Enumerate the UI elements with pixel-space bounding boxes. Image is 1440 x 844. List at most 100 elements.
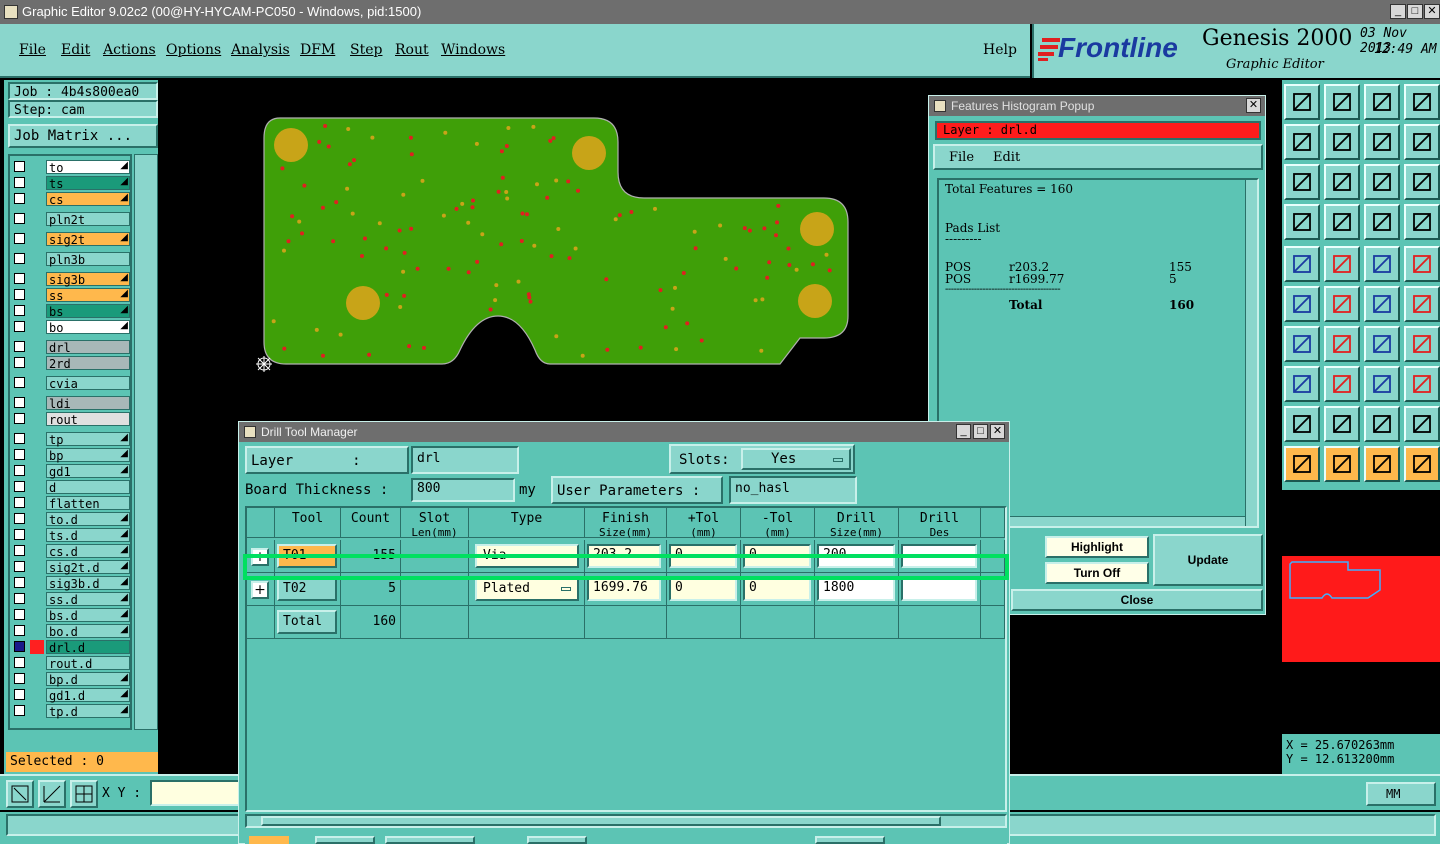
point-edit-button[interactable] bbox=[1404, 286, 1440, 322]
layer-checkbox[interactable] bbox=[14, 233, 25, 244]
plus-tol-input[interactable]: 0 bbox=[669, 544, 737, 568]
layer-name[interactable]: ldi bbox=[46, 396, 130, 411]
resize-button[interactable] bbox=[1364, 366, 1400, 402]
menu-dfm[interactable]: DFM bbox=[300, 42, 335, 58]
measure-button[interactable] bbox=[38, 780, 66, 808]
layer-left-button[interactable] bbox=[1284, 124, 1320, 160]
layer-checkbox[interactable] bbox=[14, 449, 25, 460]
layer-checkbox[interactable] bbox=[14, 305, 25, 316]
layer-row-sig3b[interactable]: sig3b ◢ bbox=[12, 272, 130, 287]
layer-color-swatch[interactable] bbox=[30, 232, 44, 246]
mirror-button[interactable] bbox=[1404, 326, 1440, 362]
layer-down-button[interactable] bbox=[1324, 84, 1360, 120]
layer-row-cs[interactable]: cs ◢ bbox=[12, 192, 130, 207]
dtm-action-button[interactable] bbox=[385, 836, 475, 844]
layer-checkbox[interactable] bbox=[14, 341, 25, 352]
menu-windows[interactable]: Windows bbox=[441, 42, 505, 58]
layer-color-swatch[interactable] bbox=[30, 356, 44, 370]
drill-des-input[interactable] bbox=[901, 577, 977, 601]
units-select[interactable]: MM bbox=[1366, 782, 1436, 806]
layer-color-swatch[interactable] bbox=[30, 304, 44, 318]
layer-name[interactable]: bs.d bbox=[46, 608, 130, 623]
plus-tol-input[interactable]: 0 bbox=[669, 577, 737, 601]
layer-name[interactable]: bp.d bbox=[46, 672, 130, 687]
layer-color-swatch[interactable] bbox=[30, 396, 44, 410]
dtm-maximize-button[interactable]: □ bbox=[973, 424, 988, 439]
layer-row-sig2t[interactable]: sig2t ◢ bbox=[12, 232, 130, 247]
layer-name[interactable]: d bbox=[46, 480, 130, 495]
layer-name[interactable]: ts bbox=[46, 176, 130, 191]
layer-checkbox[interactable] bbox=[14, 413, 25, 424]
layer-name[interactable]: cvia bbox=[46, 376, 130, 391]
layer-name[interactable]: cs.d bbox=[46, 544, 130, 559]
job-matrix-button[interactable]: Job Matrix ... bbox=[8, 124, 158, 148]
layer-color-swatch[interactable] bbox=[30, 340, 44, 354]
layer-color-swatch[interactable] bbox=[30, 288, 44, 302]
layer-checkbox[interactable] bbox=[14, 397, 25, 408]
menu-step[interactable]: Step bbox=[350, 42, 382, 58]
layer-color-swatch[interactable] bbox=[30, 252, 44, 266]
layer-name[interactable]: rout bbox=[46, 412, 130, 427]
undo-button[interactable] bbox=[1364, 124, 1400, 160]
highlight-button[interactable]: Highlight bbox=[1045, 536, 1149, 558]
layer-checkbox[interactable] bbox=[14, 161, 25, 172]
layer-row-d[interactable]: d bbox=[12, 480, 130, 495]
layer-name[interactable]: drl.d bbox=[46, 640, 130, 655]
layer-name[interactable]: cs bbox=[46, 192, 130, 207]
layer-list-scrollbar[interactable] bbox=[134, 154, 158, 730]
layer-name[interactable]: gd1.d bbox=[46, 688, 130, 703]
probe-button[interactable] bbox=[1324, 204, 1360, 240]
layer-row-to[interactable]: to ◢ bbox=[12, 160, 130, 175]
layer-color-swatch[interactable] bbox=[30, 640, 44, 654]
menu-rout[interactable]: Rout bbox=[395, 42, 429, 58]
drill-des-input[interactable] bbox=[901, 544, 977, 568]
layer-color-swatch[interactable] bbox=[30, 464, 44, 478]
tool-button[interactable]: T01 bbox=[277, 544, 337, 568]
type-select[interactable]: Plated bbox=[475, 577, 579, 601]
drill-size-input[interactable]: 1800 bbox=[817, 577, 895, 601]
layer-color-swatch[interactable] bbox=[30, 544, 44, 558]
layer-name[interactable]: rout.d bbox=[46, 656, 130, 671]
layer-up-button[interactable] bbox=[1284, 84, 1320, 120]
pad-add-button[interactable] bbox=[1284, 366, 1320, 402]
layer-checkbox[interactable] bbox=[14, 545, 25, 556]
layer-row-bp[interactable]: bp ◢ bbox=[12, 448, 130, 463]
layer-checkbox[interactable] bbox=[14, 529, 25, 540]
layer-row-pln2t[interactable]: pln2t bbox=[12, 212, 130, 227]
dtm-action-button[interactable] bbox=[315, 836, 375, 844]
zoom-window-button[interactable] bbox=[6, 780, 34, 808]
layer-name[interactable]: sig2t bbox=[46, 232, 130, 247]
layer-row-bo[interactable]: bo ◢ bbox=[12, 320, 130, 335]
user-parameters-value[interactable]: no_hasl bbox=[729, 476, 857, 504]
menu-actions[interactable]: Actions bbox=[103, 42, 156, 58]
layer-name[interactable]: tp.d bbox=[46, 704, 130, 719]
pointer-net-button[interactable] bbox=[1404, 446, 1440, 482]
layer-checkbox[interactable] bbox=[14, 433, 25, 444]
layer-checkbox[interactable] bbox=[14, 321, 25, 332]
layer-color-swatch[interactable] bbox=[30, 480, 44, 494]
layer-checkbox[interactable] bbox=[14, 481, 25, 492]
group-button[interactable] bbox=[1404, 366, 1440, 402]
layer-row-drl[interactable]: drl bbox=[12, 340, 130, 355]
histogram-close-button[interactable]: Close bbox=[1011, 589, 1263, 611]
pointer-touch-button[interactable] bbox=[1364, 446, 1400, 482]
layer-row-gd1[interactable]: gd1 ◢ bbox=[12, 464, 130, 479]
snap-button[interactable] bbox=[1404, 124, 1440, 160]
layer-checkbox[interactable] bbox=[14, 561, 25, 572]
layer-checkbox[interactable] bbox=[14, 609, 25, 620]
xy-input[interactable] bbox=[150, 780, 240, 806]
layer-row-cs-d[interactable]: cs.d ◢ bbox=[12, 544, 130, 559]
slots-select[interactable]: Yes bbox=[741, 448, 851, 470]
layer-row-drl-d[interactable]: drl.d bbox=[12, 640, 130, 655]
route-button[interactable] bbox=[1284, 204, 1320, 240]
layer-checkbox[interactable] bbox=[14, 673, 25, 684]
layer-row-sig3b-d[interactable]: sig3b.d ◢ bbox=[12, 576, 130, 591]
net-select-button[interactable] bbox=[1364, 204, 1400, 240]
layer-checkbox[interactable] bbox=[14, 177, 25, 188]
layer-color-swatch[interactable] bbox=[30, 560, 44, 574]
layer-checkbox[interactable] bbox=[14, 593, 25, 604]
layer-color-swatch[interactable] bbox=[30, 608, 44, 622]
layer-color-swatch[interactable] bbox=[30, 176, 44, 190]
triangle-mark-button[interactable] bbox=[1404, 406, 1440, 442]
triangle-add-button[interactable] bbox=[1284, 406, 1320, 442]
